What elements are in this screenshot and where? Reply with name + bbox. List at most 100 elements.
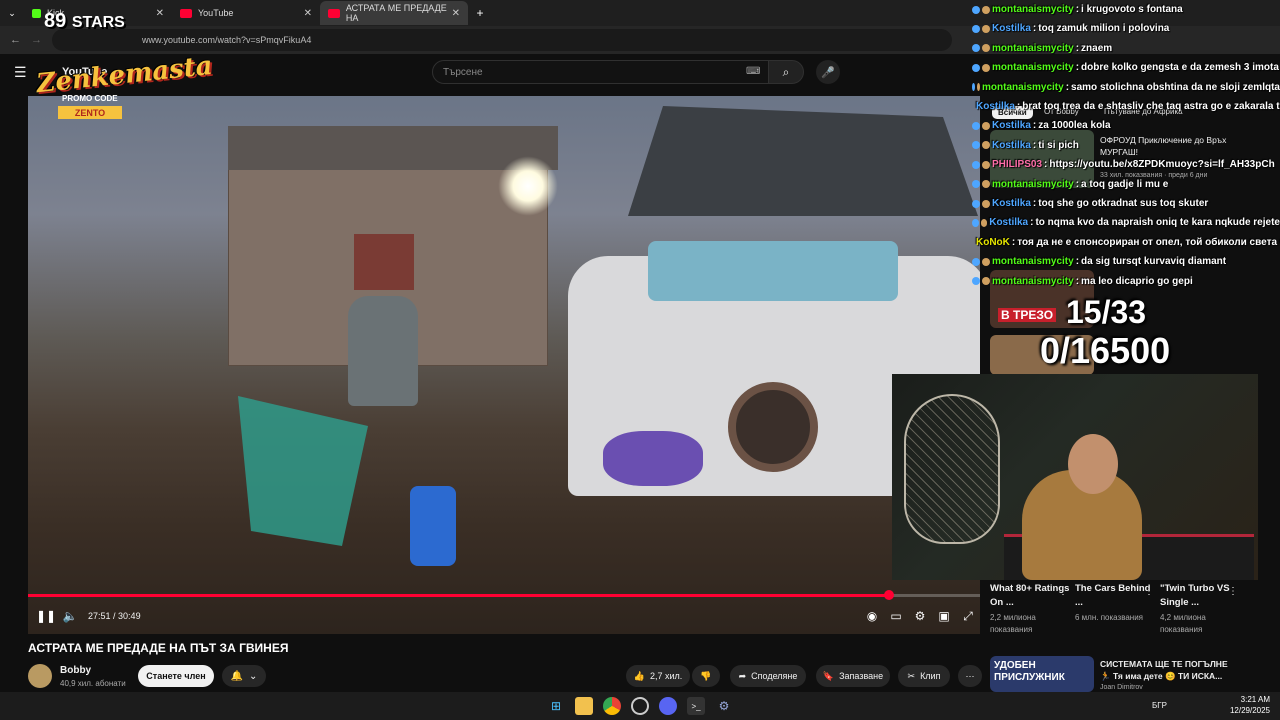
theater-mode-icon[interactable]: ▣ <box>932 605 956 627</box>
sidebar-thumbnail[interactable]: УДОБЕН ПРИСЛУЖНИК <box>990 656 1094 692</box>
search-button[interactable]: ⌕ <box>768 60 804 84</box>
chat-message: montanaismycity : i krugovoto s fontana <box>972 0 1280 19</box>
video-progress-fill <box>28 594 889 597</box>
chat-badge-icon <box>972 44 980 53</box>
search-input[interactable]: Търсене <box>432 60 772 84</box>
url-text: www.youtube.com/watch?v=sPmqvFikuA4 <box>142 35 312 45</box>
video-player[interactable] <box>28 96 980 634</box>
fullscreen-icon[interactable]: ⤢ <box>956 605 980 627</box>
chat-username: montanaismycity <box>992 256 1074 268</box>
notifications-button[interactable]: 🔔 ⌄ <box>222 665 266 687</box>
video-title: АСТРАТА МЕ ПРЕДАДЕ НА ПЪТ ЗА ГВИНЕЯ <box>28 641 289 655</box>
tab-video[interactable]: АСТРАТА МЕ ПРЕДАДЕ НА ✕ <box>320 1 468 25</box>
channel-subscribers: 40,9 хил. абонати <box>60 679 126 688</box>
windows-taskbar: ⊞ >_ ⚙ <box>0 692 1280 720</box>
chat-badge-icon <box>980 218 988 227</box>
video-scene-car-window <box>648 241 898 301</box>
terminal-icon[interactable]: >_ <box>687 697 705 715</box>
video-progress-bar[interactable] <box>28 594 980 597</box>
recommendation-meta: 4,2 милиона показвания <box>1160 613 1206 634</box>
back-icon[interactable]: ← <box>10 34 21 46</box>
chat-message: montanaismycity : znaem <box>972 39 1280 58</box>
chat-message: Kostilka : ti si pich <box>972 136 1280 155</box>
chat-badge-icon <box>982 180 990 189</box>
webcam-egg-chair <box>904 394 1000 544</box>
video-scene-gas-canister <box>410 486 456 566</box>
video-progress-knob[interactable] <box>883 590 894 600</box>
more-options-icon[interactable]: ⋮ <box>1058 586 1068 597</box>
join-member-button[interactable]: Станете член <box>138 665 214 687</box>
more-actions-button[interactable]: ⋯ <box>958 665 982 687</box>
chat-text: i krugovoto s fontana <box>1081 4 1183 15</box>
voice-search-button[interactable]: 🎤 <box>816 60 840 84</box>
recommendation-meta: 2,2 милиона показвания <box>990 613 1036 634</box>
chat-badge-icon <box>972 199 980 208</box>
video-scene-person <box>348 296 418 406</box>
discord-icon[interactable] <box>659 697 677 715</box>
obs-icon[interactable] <box>631 697 649 715</box>
more-options-icon[interactable]: ⋮ <box>1228 586 1238 597</box>
thumbs-down-icon: 👎 <box>700 670 712 681</box>
dislike-button[interactable]: 👎 <box>692 665 720 687</box>
chat-message: montanaismycity : da sig tursqt kurvaviq… <box>972 252 1280 271</box>
close-tab-icon[interactable]: ✕ <box>304 8 312 19</box>
chat-username: montanaismycity <box>992 178 1074 190</box>
chat-text: a toq gadje li mu e <box>1081 178 1169 190</box>
chat-badge-icon <box>982 199 990 208</box>
close-tab-icon[interactable]: ✕ <box>452 8 460 19</box>
settings-gear-icon[interactable]: ⚙ <box>908 605 932 627</box>
chat-text: za 1000lea kola <box>1038 120 1111 132</box>
time-current: 27:51 <box>88 611 111 621</box>
file-explorer-icon[interactable] <box>575 697 593 715</box>
pause-icon[interactable]: ❚❚ <box>34 605 58 627</box>
save-button[interactable]: 🔖 Запазване <box>816 665 890 687</box>
settings-icon[interactable]: ⚙ <box>715 697 733 715</box>
chat-username: montanaismycity <box>992 62 1074 74</box>
chat-badge-icon <box>982 5 990 14</box>
close-tab-icon[interactable]: ✕ <box>156 8 164 19</box>
chrome-icon[interactable] <box>603 697 621 715</box>
new-tab-icon[interactable]: + <box>468 2 492 24</box>
chat-badge-icon <box>982 63 990 72</box>
chat-username: Kostilka <box>989 217 1029 229</box>
chat-badge-icon <box>982 277 990 286</box>
search-icon: ⌕ <box>782 64 790 79</box>
chat-badge-icon <box>972 141 980 150</box>
sidebar-video-title[interactable]: СИСТЕМАТА ЩЕ ТЕ ПОГЪЛНЕ 🏃 Тя има дете 😊 … <box>1100 658 1230 682</box>
stars-number: 89 <box>44 10 67 32</box>
system-clock[interactable]: 3:21 AM 12/29/2025 <box>1230 694 1270 716</box>
start-icon[interactable]: ⊞ <box>547 697 565 715</box>
tab-youtube[interactable]: YouTube ✕ <box>172 1 320 25</box>
chat-username: Kostilka <box>992 120 1031 132</box>
chat-badge-icon <box>972 5 980 14</box>
chat-username: PHILIPS03 <box>992 159 1043 171</box>
share-button[interactable]: ➦ Споделяне <box>730 665 806 687</box>
thumbs-up-icon: 👍 <box>633 670 645 681</box>
chat-message: Kostilka : toq she go otkradnat sus toq … <box>972 194 1280 213</box>
like-button[interactable]: 👍 2,7 хил. <box>626 665 690 687</box>
scissors-icon: ✂ <box>907 670 916 681</box>
subtitles-icon[interactable]: ▭ <box>884 605 908 627</box>
clip-button[interactable]: ✂ Клип <box>898 665 950 687</box>
chat-separator: : <box>1075 42 1080 54</box>
url-field[interactable]: www.youtube.com/watch?v=sPmqvFikuA4 <box>52 29 952 51</box>
channel-name[interactable]: Bobby <box>60 665 91 676</box>
volume-icon[interactable]: 🔈 <box>58 605 82 627</box>
chat-badge-icon <box>972 83 975 92</box>
more-options-icon[interactable]: ⋮ <box>1144 586 1154 597</box>
clip-label: Клип <box>920 671 941 681</box>
chat-badge-icon <box>972 218 979 227</box>
chat-text: ma leo dicaprio go gepi <box>1081 275 1193 287</box>
promo-code: ZENTO <box>58 106 122 119</box>
language-indicator[interactable]: БГР <box>1152 701 1167 710</box>
tab-list-icon[interactable]: ⌄ <box>0 2 24 24</box>
chat-separator: : <box>1075 4 1080 15</box>
keyboard-icon[interactable]: ⌨ <box>746 66 760 77</box>
chat-separator: : <box>1075 275 1080 287</box>
menu-icon[interactable]: ☰ <box>14 64 27 81</box>
chat-text: toq zamuk milion i polovina <box>1038 23 1170 35</box>
channel-avatar[interactable] <box>28 664 52 688</box>
video-scene-wheel <box>728 382 818 472</box>
autoplay-toggle-icon[interactable]: ◉ <box>860 605 884 627</box>
forward-icon[interactable]: → <box>31 34 42 46</box>
